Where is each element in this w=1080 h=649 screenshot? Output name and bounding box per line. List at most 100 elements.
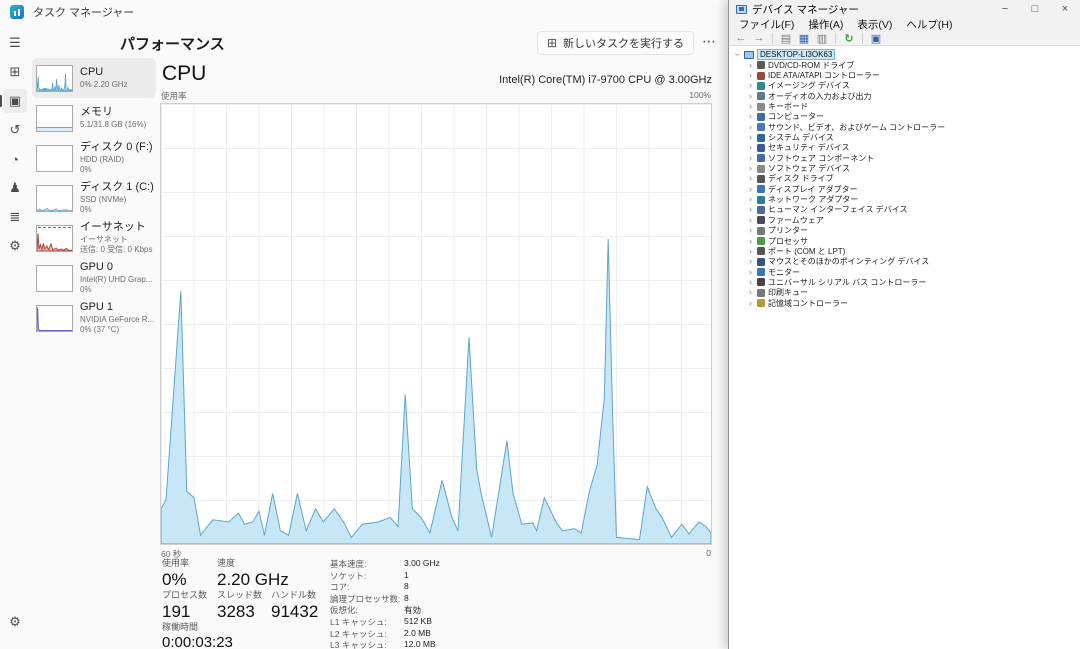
maximize-button[interactable]: □ xyxy=(1020,0,1050,18)
detail-label: L1 キャッシュ: xyxy=(330,616,404,628)
refresh-icon[interactable]: ↻ xyxy=(842,32,856,45)
chevron-collapsed-icon[interactable]: › xyxy=(747,112,754,121)
users-icon: ♟ xyxy=(9,180,21,196)
properties-icon[interactable]: ▦ xyxy=(797,32,811,45)
nav-startup-apps[interactable]: ◔ xyxy=(3,147,27,171)
axis-label-usage: 使用率 xyxy=(161,90,187,102)
show-console-tree-icon[interactable]: ▤ xyxy=(779,32,793,45)
chevron-collapsed-icon[interactable]: › xyxy=(747,278,754,287)
tree-node[interactable]: ›モニター xyxy=(734,267,1080,277)
nav-app-history[interactable]: ↺ xyxy=(3,118,27,142)
chevron-collapsed-icon[interactable]: › xyxy=(747,299,754,308)
sidebar-item-title: イーサネット xyxy=(80,221,152,234)
scan-hardware-changes-icon[interactable]: ▣ xyxy=(869,32,883,45)
forward-icon[interactable]: → xyxy=(752,32,766,45)
chevron-collapsed-icon[interactable]: › xyxy=(747,237,754,246)
stat-稼働時間: 稼働時間0:00:03:23 xyxy=(162,620,217,649)
chevron-collapsed-icon[interactable]: › xyxy=(747,164,754,173)
more-options-button[interactable]: ⋯ xyxy=(700,33,718,50)
hid-icon xyxy=(757,206,765,214)
chevron-collapsed-icon[interactable]: › xyxy=(747,205,754,214)
chevron-collapsed-icon[interactable]: › xyxy=(747,133,754,142)
stat-速度: 速度2.20 GHz xyxy=(217,556,271,588)
chevron-collapsed-icon[interactable]: › xyxy=(747,174,754,183)
nav-details[interactable]: ≣ xyxy=(3,205,27,229)
sidebar-item-disk0[interactable]: ディスク 0 (F:)HDD (RAID)0% xyxy=(32,138,156,178)
detail-label: 仮想化: xyxy=(330,604,404,616)
sidebar-item-memory[interactable]: メモリ5.1/31.8 GB (16%) xyxy=(32,98,156,138)
menu-表示(V)[interactable]: 表示(V) xyxy=(850,17,899,32)
sidebar-item-cpu[interactable]: CPU0% 2.20 GHz xyxy=(32,58,156,98)
sidebar-item-gpu1[interactable]: GPU 1NVIDIA GeForce R...0% (37 °C) xyxy=(32,298,156,338)
chevron-collapsed-icon[interactable]: › xyxy=(747,143,754,152)
sidebar-item-ethernet[interactable]: イーサネットイーサネット送信: 0 受信: 0 Kbps xyxy=(32,218,156,258)
tree-node[interactable]: ›セキュリティ デバイス xyxy=(734,143,1080,153)
sidebar-item-disk1[interactable]: ディスク 1 (C:)SSD (NVMe)0% xyxy=(32,178,156,218)
sidebar-item-gpu0[interactable]: GPU 0Intel(R) UHD Grap...0% xyxy=(32,258,156,298)
tree-node[interactable]: ›ヒューマン インターフェイス デバイス xyxy=(734,205,1080,215)
tree-root-node[interactable]: › DESKTOP-LI3OK63 xyxy=(734,49,1080,60)
device-manager-titlebar[interactable]: デバイス マネージャー − □ × xyxy=(729,0,1080,18)
tree-node[interactable]: ›ディスプレイ アダプター xyxy=(734,184,1080,194)
tree-node[interactable]: ›印刷キュー xyxy=(734,288,1080,298)
nav-menu[interactable]: ☰ xyxy=(3,31,27,55)
minimize-button[interactable]: − xyxy=(990,0,1020,18)
nav-settings[interactable]: ⚙ xyxy=(3,610,27,634)
chevron-collapsed-icon[interactable]: › xyxy=(747,71,754,80)
chevron-collapsed-icon[interactable]: › xyxy=(747,257,754,266)
nav-processes[interactable]: ⊞ xyxy=(3,60,27,84)
run-new-task-button[interactable]: ⊞ 新しいタスクを実行する xyxy=(537,31,694,55)
performance-sidebar: CPU0% 2.20 GHzメモリ5.1/31.8 GB (16%)ディスク 0… xyxy=(32,58,156,338)
display-adapters-icon xyxy=(757,185,765,193)
tree-node[interactable]: ›マウスとそのほかのポインティング デバイス xyxy=(734,257,1080,267)
tree-node[interactable]: ›イメージング デバイス xyxy=(734,81,1080,91)
tree-node[interactable]: ›システム デバイス xyxy=(734,132,1080,142)
menu-操作(A)[interactable]: 操作(A) xyxy=(801,17,850,32)
chevron-collapsed-icon[interactable]: › xyxy=(747,102,754,111)
chevron-collapsed-icon[interactable]: › xyxy=(747,268,754,277)
cpu-usage-graph[interactable] xyxy=(160,103,712,545)
axis-label-0: 0 xyxy=(706,548,711,558)
tree-node[interactable]: ›サウンド、ビデオ、およびゲーム コントローラー xyxy=(734,122,1080,132)
menu-ヘルプ(H)[interactable]: ヘルプ(H) xyxy=(899,17,959,32)
tree-node[interactable]: ›プロセッサ xyxy=(734,236,1080,246)
tree-node[interactable]: ›コンピューター xyxy=(734,112,1080,122)
tree-node[interactable]: ›IDE ATA/ATAPI コントローラー xyxy=(734,70,1080,80)
tree-node[interactable]: ›オーディオの入力および出力 xyxy=(734,91,1080,101)
chevron-collapsed-icon[interactable]: › xyxy=(747,195,754,204)
memory-thumbnail-graph xyxy=(36,105,73,132)
menu-ファイル(F)[interactable]: ファイル(F) xyxy=(732,17,801,32)
task-manager-titlebar[interactable]: タスク マネージャー xyxy=(0,0,728,24)
tree-node[interactable]: ›ポート (COM と LPT) xyxy=(734,246,1080,256)
help-icon[interactable]: ▥ xyxy=(815,32,829,45)
chevron-collapsed-icon[interactable]: › xyxy=(747,226,754,235)
chevron-collapsed-icon[interactable]: › xyxy=(747,123,754,132)
back-icon[interactable]: ← xyxy=(734,32,748,45)
tree-node[interactable]: ›ソフトウェア コンポーネント xyxy=(734,153,1080,163)
tree-node[interactable]: ›記憶域コントローラー xyxy=(734,298,1080,308)
tree-node[interactable]: ›DVD/CD-ROM ドライブ xyxy=(734,60,1080,70)
chevron-collapsed-icon[interactable]: › xyxy=(747,61,754,70)
chevron-collapsed-icon[interactable]: › xyxy=(747,154,754,163)
chevron-collapsed-icon[interactable]: › xyxy=(747,92,754,101)
chevron-collapsed-icon[interactable]: › xyxy=(747,185,754,194)
sidebar-item-title: GPU 1 xyxy=(80,301,152,314)
nav-services[interactable]: ⚙ xyxy=(3,234,27,258)
close-button[interactable]: × xyxy=(1050,0,1080,18)
chevron-expanded-icon[interactable]: › xyxy=(733,51,742,58)
chevron-collapsed-icon[interactable]: › xyxy=(747,81,754,90)
nav-users[interactable]: ♟ xyxy=(3,176,27,200)
tree-node[interactable]: ›ネットワーク アダプター xyxy=(734,194,1080,204)
chevron-collapsed-icon[interactable]: › xyxy=(747,247,754,256)
chevron-collapsed-icon[interactable]: › xyxy=(747,216,754,225)
tree-node[interactable]: ›キーボード xyxy=(734,101,1080,111)
device-manager-window-title: デバイス マネージャー xyxy=(752,2,859,17)
tree-node[interactable]: ›ディスク ドライブ xyxy=(734,174,1080,184)
tree-node[interactable]: ›ソフトウェア デバイス xyxy=(734,163,1080,173)
tree-node[interactable]: ›ファームウェア xyxy=(734,215,1080,225)
nav-performance[interactable]: ▣ xyxy=(3,89,27,113)
tree-node[interactable]: ›プリンター xyxy=(734,226,1080,236)
stat-value: 2.20 GHz xyxy=(217,570,271,590)
chevron-collapsed-icon[interactable]: › xyxy=(747,288,754,297)
tree-node[interactable]: ›ユニバーサル シリアル バス コントローラー xyxy=(734,277,1080,287)
